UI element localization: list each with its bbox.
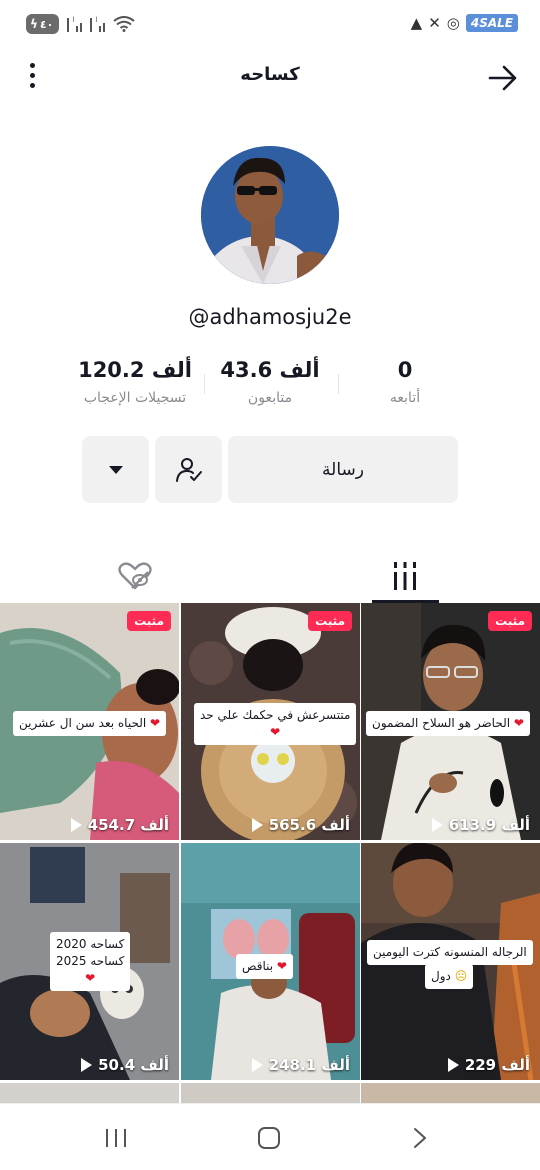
battery-indicator: ϟ ٤٠: [26, 14, 60, 34]
video-thumbnail[interactable]: الرجاله المنسونه كترت اليومين دول ☹ 229 …: [361, 843, 540, 1080]
video-caption-line2: دول ☹: [425, 964, 474, 989]
more-dropdown-button[interactable]: [82, 436, 149, 503]
view-count-text: 229 ألف: [464, 1056, 530, 1074]
view-count-text: 50.4 ألف: [98, 1056, 169, 1074]
video-caption: الرجاله المنسونه كترت اليومين: [367, 940, 533, 965]
video-thumbnail[interactable]: مثبت متتسرعش في حكمك علي حد ❤ 565.6 ألف: [181, 603, 360, 840]
tab-videos[interactable]: [270, 548, 540, 604]
video-thumbnail[interactable]: مثبت الحاضر هو السلاح المضمون ❤ 613.9 أل…: [361, 603, 540, 840]
stat-label: متابعون: [247, 390, 293, 406]
status-left: ϟ ٤٠ l l: [26, 14, 135, 34]
charging-icon: ϟ: [30, 17, 38, 31]
video-thumbnail[interactable]: [361, 1083, 540, 1103]
back-arrow-icon[interactable]: [488, 64, 518, 92]
play-icon: [251, 1058, 263, 1072]
view-count-text: 454.7 ألف: [87, 816, 169, 834]
stat-number: 0: [397, 358, 413, 382]
video-caption: بناقص ❤: [236, 954, 293, 979]
home-icon[interactable]: [258, 1127, 280, 1149]
system-nav-bar: [0, 1103, 540, 1170]
stat-likes[interactable]: 120.2 ألف تسجيلات الإعجاب: [60, 358, 210, 406]
caret-down-icon: [108, 465, 123, 474]
signal-icon: l: [67, 16, 83, 32]
video-thumbnail[interactable]: [181, 1083, 360, 1103]
following-status-button[interactable]: [155, 436, 222, 503]
recent-apps-icon[interactable]: [106, 1129, 126, 1147]
video-grid: مثبت الحاضر هو السلاح المضمون ❤ 613.9 أل…: [0, 603, 540, 1103]
whatsapp-icon: ◎: [446, 14, 460, 32]
stat-number: 120.2 ألف: [78, 358, 192, 382]
username: @adhamosju2e: [188, 305, 352, 329]
video-thumbnail[interactable]: [0, 1083, 179, 1103]
video-thumbnail[interactable]: بناقص ❤ 248.1 ألف: [181, 843, 360, 1080]
status-bar: ϟ ٤٠ l l ▲ ✕ ◎ 4SALE: [0, 0, 540, 52]
stat-number: 43.6 ألف: [220, 358, 320, 382]
pinned-badge: مثبت: [308, 611, 352, 631]
play-icon: [81, 1058, 93, 1072]
pinned-badge: مثبت: [127, 611, 171, 631]
profile-header: كساحه: [0, 52, 540, 102]
pinned-badge: مثبت: [488, 611, 532, 631]
play-icon: [251, 818, 263, 832]
view-count: 613.9 ألف: [361, 816, 530, 834]
status-right: ▲ ✕ ◎ 4SALE: [411, 14, 518, 32]
avatar[interactable]: [201, 146, 339, 284]
view-count-text: 565.6 ألف: [268, 816, 350, 834]
video-caption: متتسرعش في حكمك علي حد ❤: [194, 703, 357, 745]
stat-followers[interactable]: 43.6 ألف متابعون: [210, 358, 330, 406]
view-count: 248.1 ألف: [181, 1056, 350, 1074]
video-caption: الحاضر هو السلاح المضمون ❤: [366, 711, 530, 736]
video-thumbnail[interactable]: كساحه 2020 كساحه 2025 ❤ 50.4 ألف: [0, 843, 179, 1080]
play-icon: [447, 1058, 459, 1072]
view-count-text: 613.9 ألف: [448, 816, 530, 834]
video-caption: الحياه بعد سن ال عشرين ❤: [13, 711, 167, 736]
stat-divider: [338, 374, 339, 394]
play-icon: [431, 818, 443, 832]
sale-app-icon: 4SALE: [465, 14, 518, 32]
video-grid-icon: [394, 562, 416, 590]
view-count: 50.4 ألف: [0, 1056, 169, 1074]
battery-level: ٤٠: [39, 17, 54, 31]
video-caption: كساحه 2020 كساحه 2025 ❤: [50, 932, 131, 991]
view-count: 229 ألف: [361, 1056, 530, 1074]
view-count: 454.7 ألف: [0, 816, 169, 834]
page-title: كساحه: [240, 64, 300, 85]
view-count-text: 248.1 ألف: [268, 1056, 350, 1074]
view-count: 565.6 ألف: [181, 816, 350, 834]
stat-following[interactable]: 0 أتابعه: [360, 358, 450, 406]
liked-hidden-heart-icon: [118, 562, 152, 590]
stat-label: تسجيلات الإعجاب: [83, 390, 187, 406]
message-button[interactable]: رسالة: [228, 436, 458, 503]
user-check-icon: [175, 457, 202, 482]
signal-icon-2: l: [90, 16, 106, 32]
play-icon: [70, 818, 82, 832]
tab-liked[interactable]: [0, 548, 270, 604]
video-thumbnail[interactable]: مثبت الحياه بعد سن ال عشرين ❤ 454.7 ألف: [0, 603, 179, 840]
stat-label: أتابعه: [389, 390, 421, 406]
warning-icon: ▲: [410, 14, 423, 32]
back-nav-icon[interactable]: [410, 1127, 430, 1149]
wifi-icon: [113, 16, 135, 32]
x-app-icon: ✕: [428, 14, 441, 32]
